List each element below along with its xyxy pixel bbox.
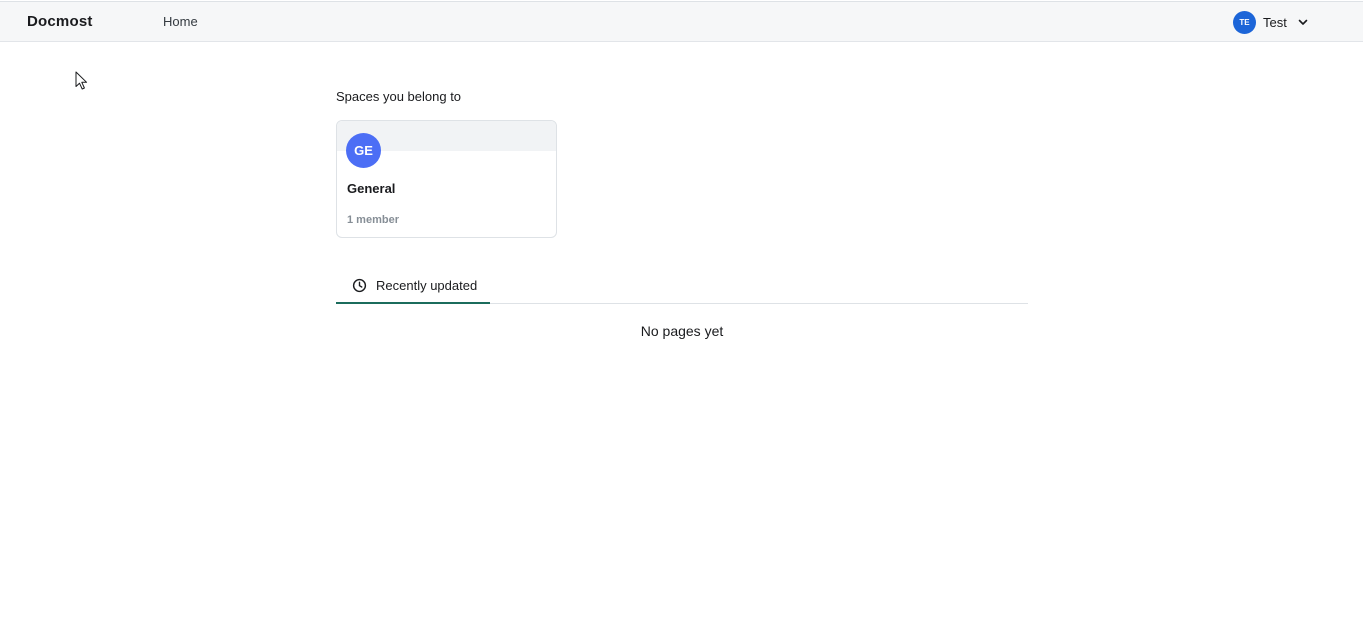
user-name: Test [1263, 14, 1287, 30]
user-avatar: TE [1233, 10, 1256, 34]
mouse-pointer-icon [75, 71, 88, 90]
space-card-general[interactable]: GE General 1 member [336, 120, 557, 238]
empty-state-text: No pages yet [640, 323, 724, 339]
tab-recently-updated[interactable]: Recently updated [336, 268, 490, 304]
chevron-down-icon [1298, 19, 1308, 25]
top-header: Docmost Home TE Test [0, 1, 1363, 42]
spaces-section-title: Spaces you belong to [336, 89, 462, 104]
tab-label: Recently updated [376, 277, 478, 293]
tabs-bar: Recently updated [336, 268, 1028, 304]
space-member-count: 1 member [347, 214, 399, 226]
space-name: General [347, 181, 396, 196]
user-menu-button[interactable]: TE Test [1233, 10, 1309, 34]
nav-home-link[interactable]: Home [163, 14, 198, 29]
clock-icon [352, 278, 367, 292]
brand-logo-text[interactable]: Docmost [27, 13, 93, 30]
space-avatar: GE [346, 133, 381, 168]
